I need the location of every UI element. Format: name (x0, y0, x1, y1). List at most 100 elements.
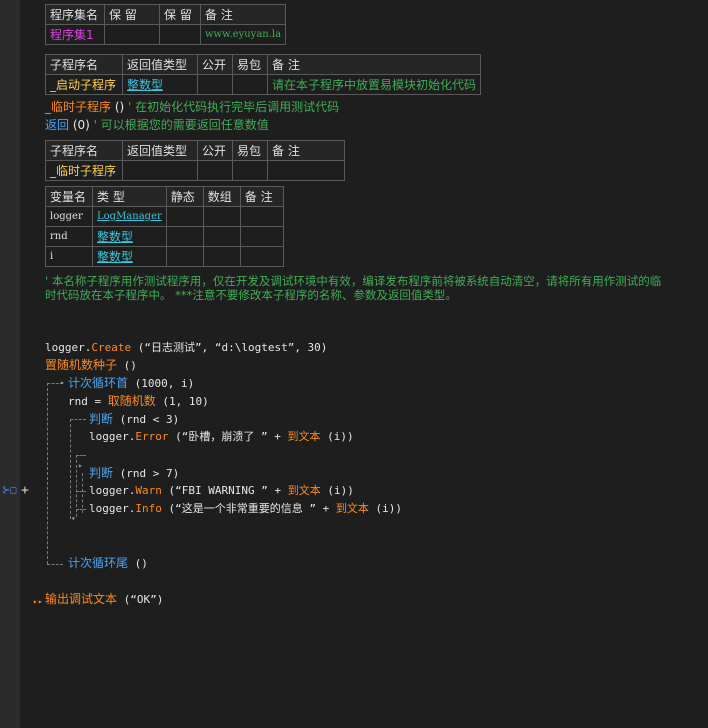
variable-table: 变量名 类 型 静态 数组 备 注 logger LogManager rnd … (45, 186, 284, 267)
table-row[interactable]: logger LogManager (45, 206, 284, 227)
code-line[interactable]: logger.Error (“卧槽，崩溃了 ” + 到文本 (i)) (89, 429, 354, 445)
loop-guide-line (47, 383, 48, 564)
loop-keyword[interactable]: 计次循环尾 (68, 556, 128, 570)
assembly-note[interactable]: www.eyuyan.la (199, 24, 287, 45)
function-name[interactable]: 输出调试文本 (45, 592, 117, 606)
header-cell: 类 型 (92, 186, 167, 207)
code-line-if[interactable]: 判断 (rnd < 3) (89, 411, 179, 428)
var-name[interactable]: rnd (45, 226, 93, 247)
if-guide-line (76, 509, 86, 510)
if-guide-line (76, 455, 86, 456)
object-ref: logger. (89, 430, 136, 443)
function-name[interactable]: 到文本 (336, 502, 369, 515)
header-cell: 子程序名 (45, 54, 123, 75)
code-line[interactable]: logger.Info (“这是一个非常重要的信息 ” + 到文本 (i)) (89, 501, 402, 517)
assign-expr: rnd = (68, 395, 108, 408)
subroutine-name[interactable]: _临时子程序 (45, 160, 123, 181)
code-line-loop-start[interactable]: 计次循环首 (1000, i) (68, 375, 194, 392)
object-ref: logger. (89, 502, 136, 515)
subroutine-table-temp: 子程序名 返回值类型 公开 易包 备 注 _临时子程序 (45, 140, 345, 181)
header-cell: 备 注 (267, 140, 345, 161)
cell[interactable] (202, 206, 241, 227)
call-name[interactable]: _临时子程序 (45, 100, 111, 114)
call-comment: ' 在初始化代码执行完毕后调用测试代码 (128, 100, 340, 114)
var-type[interactable]: LogManager (92, 206, 167, 227)
loop-arrow-icon: ▸ (60, 378, 65, 387)
cell[interactable] (202, 226, 241, 247)
header-cell: 返回值类型 (122, 54, 198, 75)
header-cell: 子程序名 (45, 140, 123, 161)
cell[interactable] (159, 24, 201, 45)
cell[interactable] (239, 206, 284, 227)
cell[interactable] (267, 160, 345, 181)
loop-keyword[interactable]: 计次循环首 (68, 376, 128, 390)
call-args: (i)) (320, 484, 354, 497)
subroutine-note[interactable]: 请在本子程序中放置易模块初始化代码 (266, 74, 482, 95)
subroutine-name[interactable]: _启动子程序 (45, 74, 123, 95)
call-args: (1000, i) (128, 377, 195, 390)
cell[interactable] (232, 160, 268, 181)
function-name[interactable]: 到文本 (288, 484, 321, 497)
header-cell: 变量名 (45, 186, 93, 207)
call-args: (“卧槽，崩溃了 ” + (168, 430, 288, 443)
cell[interactable] (232, 74, 268, 95)
note-comment-line: ' 本名称子程序用作测试程序用，仅在开发及调试环境中有效，编译发布程序前将被系统… (45, 274, 662, 288)
code-line-return[interactable]: 返回 (0) ' 可以根据您的需要返回任意数值 (45, 117, 269, 133)
current-line-arrow-icon: ▸▸ (33, 597, 43, 606)
code-line[interactable]: 输出调试文本 (“OK”) (45, 591, 163, 608)
code-line[interactable]: logger.Create (“日志测试”, “d:\logtest”, 30) (45, 340, 327, 356)
assembly-name[interactable]: 程序集1 (45, 24, 105, 45)
call-args: (1, 10) (155, 395, 209, 408)
cell[interactable] (165, 206, 204, 227)
table-row[interactable]: rnd 整数型 (45, 226, 284, 247)
return-type[interactable] (122, 160, 198, 181)
method-name[interactable]: Warn (135, 484, 162, 497)
header-cell: 公开 (197, 54, 233, 75)
code-line[interactable]: rnd = 取随机数 (1, 10) (68, 393, 209, 410)
code-line[interactable]: logger.Warn (“FBI WARNING ” + 到文本 (i)) (89, 483, 354, 499)
cell[interactable] (202, 246, 241, 267)
assembly-table: 程序集名 保 留 保 留 备 注 程序集1 www.eyuyan.la (45, 4, 287, 45)
return-type[interactable]: 整数型 (122, 74, 198, 95)
header-cell: 备 注 (239, 186, 284, 207)
header-cell: 程序集名 (45, 4, 105, 25)
cell[interactable] (197, 74, 233, 95)
method-name[interactable]: Error (135, 430, 168, 443)
if-keyword[interactable]: 判断 (89, 466, 113, 480)
header-cell: 数组 (202, 186, 241, 207)
header-cell: 保 留 (159, 4, 201, 25)
object-ref: logger. (45, 341, 92, 354)
method-name[interactable]: Create (91, 341, 131, 354)
var-name[interactable]: logger (45, 206, 93, 227)
if-guide-line (76, 491, 86, 492)
code-line-if[interactable]: 判断 (rnd > 7) (89, 465, 179, 482)
code-line[interactable]: 置随机数种子 () (45, 357, 137, 374)
table-row[interactable]: i 整数型 (45, 246, 284, 267)
function-name[interactable]: 置随机数种子 (45, 358, 117, 372)
code-line-loop-end[interactable]: 计次循环尾 () (68, 555, 148, 572)
header-cell: 静态 (165, 186, 204, 207)
call-args: () (111, 100, 129, 114)
cell[interactable] (165, 226, 204, 247)
return-keyword[interactable]: 返回 (45, 118, 69, 132)
code-line-call[interactable]: _临时子程序 () ' 在初始化代码执行完毕后调用测试代码 (45, 99, 339, 115)
function-name[interactable]: 取随机数 (108, 394, 156, 408)
cell[interactable] (197, 160, 233, 181)
if-arrow-icon: ▸ (78, 461, 83, 470)
cell[interactable] (104, 24, 160, 45)
call-args: (“日志测试”, “d:\logtest”, 30) (131, 341, 328, 354)
function-name[interactable]: 到文本 (287, 430, 320, 443)
cell[interactable] (239, 226, 284, 247)
var-name[interactable]: i (45, 246, 93, 267)
cell[interactable] (239, 246, 284, 267)
method-name[interactable]: Info (135, 502, 162, 515)
if-keyword[interactable]: 判断 (89, 412, 113, 426)
expand-plus-icon[interactable]: + (21, 484, 29, 498)
var-type[interactable]: 整数型 (92, 246, 167, 267)
header-cell: 保 留 (104, 4, 160, 25)
return-comment: ' 可以根据您的需要返回任意数值 (93, 118, 269, 132)
cell[interactable] (165, 246, 204, 267)
header-cell: 易包 (232, 54, 268, 75)
breakpoint-marker-icon[interactable]: ⊱□ (2, 484, 18, 498)
var-type[interactable]: 整数型 (92, 226, 167, 247)
